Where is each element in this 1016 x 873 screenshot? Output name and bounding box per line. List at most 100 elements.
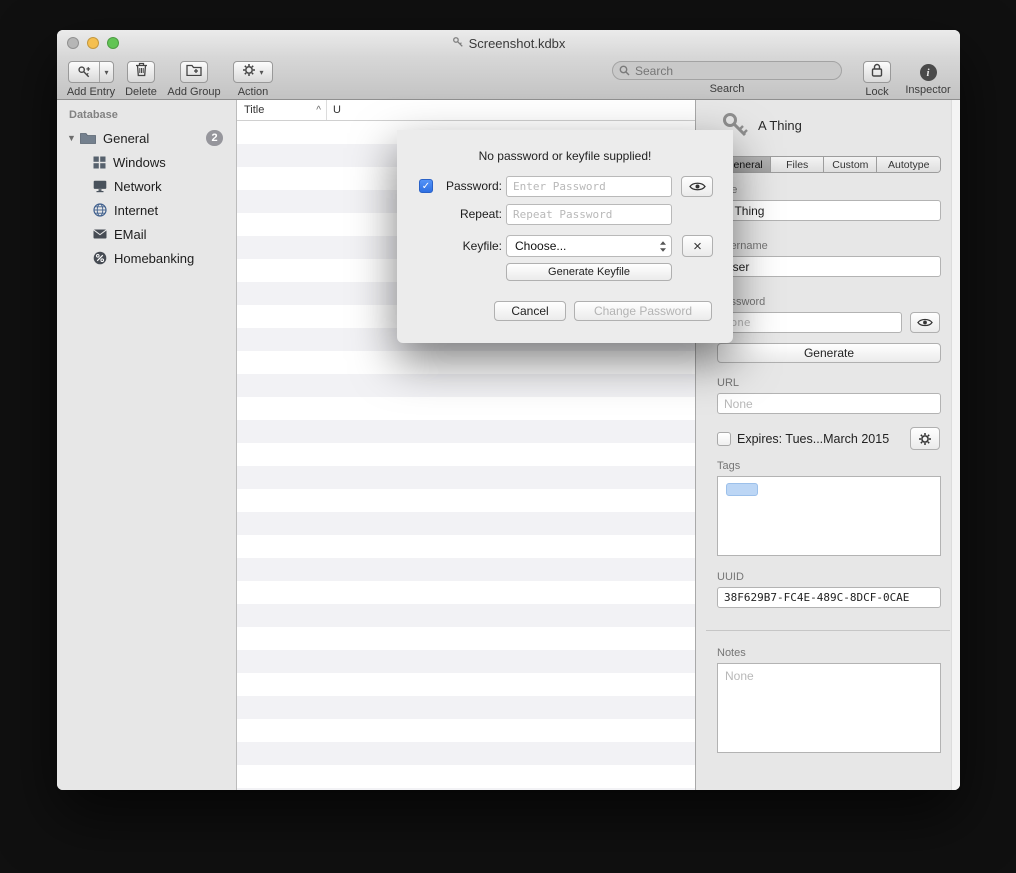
column-header-title[interactable]: Title ^ [237, 100, 327, 120]
inspector-scrollbar[interactable] [951, 100, 960, 790]
notes-field[interactable] [717, 663, 941, 753]
tags-label: Tags [717, 460, 740, 472]
title-field[interactable] [717, 200, 941, 221]
gear-icon [242, 63, 256, 82]
envelope-icon [93, 229, 107, 239]
clear-keyfile-button[interactable]: × [682, 235, 713, 257]
trash-icon [135, 62, 148, 82]
url-field[interactable] [717, 393, 941, 414]
cancel-label: Cancel [511, 304, 548, 318]
expires-settings-button[interactable] [910, 427, 940, 450]
dialog-password-label: Password: [397, 176, 502, 197]
dialog-repeat-label: Repeat: [397, 204, 502, 225]
delete-item: Delete [121, 61, 161, 98]
change-password-label: Change Password [594, 304, 692, 318]
tags-box[interactable] [717, 476, 941, 556]
change-password-button[interactable]: Change Password [574, 301, 712, 321]
window-title-group: Screenshot.kdbx [452, 36, 566, 51]
window-title: Screenshot.kdbx [469, 36, 566, 51]
generate-keyfile-button[interactable]: Generate Keyfile [506, 263, 672, 281]
sidebar: Database ▼ General 2 Windows Network [57, 100, 237, 790]
sidebar-item-label: Homebanking [114, 251, 194, 266]
tab-autotype[interactable]: Autotype [877, 157, 940, 172]
sidebar-item-label: Internet [114, 203, 158, 218]
tag-chip[interactable] [726, 483, 758, 496]
generate-keyfile-label: Generate Keyfile [548, 266, 630, 278]
monitor-icon [93, 180, 107, 193]
sidebar-item-email[interactable]: EMail [57, 222, 236, 246]
dialog-repeat-input[interactable] [506, 204, 672, 225]
key-plus-icon [69, 62, 99, 82]
sidebar-item-label: EMail [114, 227, 147, 242]
inspector-divider [706, 630, 950, 631]
sidebar-item-label: Windows [113, 155, 166, 170]
cancel-button[interactable]: Cancel [494, 301, 566, 321]
action-button[interactable]: ▾ [233, 61, 273, 83]
lock-icon [871, 63, 883, 82]
eye-icon [689, 181, 706, 192]
sort-asc-icon: ^ [316, 105, 321, 116]
inspector-toggle-button[interactable]: i [920, 64, 937, 81]
sidebar-group-label: General [103, 131, 149, 146]
uuid-label: UUID [717, 571, 744, 583]
toolbar: ▾ Add Entry Delete Add Group [57, 57, 960, 100]
inspector-entry-title: A Thing [758, 118, 802, 133]
expires-label: Expires: Tues...March 2015 [737, 432, 889, 446]
gear-icon [918, 432, 932, 446]
column-header-username[interactable]: U [327, 100, 341, 120]
tab-custom[interactable]: Custom [824, 157, 877, 172]
action-item: ▾ Action [227, 61, 279, 98]
sidebar-item-network[interactable]: Network [57, 174, 236, 198]
add-entry-item: ▾ Add Entry [63, 61, 119, 98]
column-title-text: Title [244, 104, 264, 116]
keyfile-popup-button[interactable]: Choose... [506, 235, 672, 257]
eye-icon [917, 317, 933, 328]
inspector-tabs: General Files Custom Autotype [717, 156, 941, 173]
zoom-button[interactable] [107, 37, 119, 49]
delete-label: Delete [125, 86, 157, 98]
url-field-label: URL [717, 377, 739, 389]
document-proxy-key-icon [452, 36, 464, 51]
generate-password-button[interactable]: Generate [717, 343, 941, 363]
password-field[interactable] [717, 312, 902, 333]
lock-label: Lock [865, 86, 888, 98]
sidebar-item-windows[interactable]: Windows [57, 150, 236, 174]
close-button[interactable] [67, 37, 79, 49]
disclosure-triangle-icon[interactable]: ▼ [67, 133, 80, 143]
expires-checkbox[interactable] [717, 432, 731, 446]
search-item: Search [609, 61, 845, 95]
inspector-item: i Inspector [899, 61, 957, 96]
sidebar-item-homebanking[interactable]: Homebanking [57, 246, 236, 270]
inspector-label: Inspector [905, 84, 950, 96]
dialog-message: No password or keyfile supplied! [397, 149, 733, 163]
table-header: Title ^ U [237, 100, 695, 121]
uuid-field[interactable] [717, 587, 941, 608]
percent-circle-icon [93, 251, 107, 265]
tab-files[interactable]: Files [771, 157, 824, 172]
search-input[interactable] [612, 61, 842, 80]
add-entry-button[interactable]: ▾ [68, 61, 114, 83]
expires-row: Expires: Tues...March 2015 [717, 428, 889, 450]
change-password-dialog: No password or keyfile supplied! ✓ Passw… [397, 130, 733, 343]
sidebar-section-database: Database [69, 109, 236, 121]
add-group-button[interactable] [180, 61, 208, 83]
traffic-lights [67, 37, 119, 49]
folder-icon [80, 132, 96, 144]
sidebar-item-internet[interactable]: Internet [57, 198, 236, 222]
notes-label: Notes [717, 647, 746, 659]
add-group-label: Add Group [167, 86, 220, 98]
generate-label: Generate [804, 346, 854, 360]
app-window: Screenshot.kdbx ▾ Add Entry Delete [57, 30, 960, 790]
add-entry-dropdown[interactable]: ▾ [99, 62, 113, 82]
delete-button[interactable] [127, 61, 155, 83]
dialog-password-input[interactable] [506, 176, 672, 197]
username-field[interactable] [717, 256, 941, 277]
add-group-item: Add Group [163, 61, 225, 98]
search-caption: Search [710, 83, 745, 95]
dialog-reveal-password-button[interactable] [681, 176, 713, 197]
sidebar-group-general[interactable]: ▼ General 2 [57, 126, 236, 150]
reveal-password-button[interactable] [910, 312, 940, 333]
close-x-icon: × [693, 238, 702, 255]
minimize-button[interactable] [87, 37, 99, 49]
lock-button[interactable] [863, 61, 891, 83]
